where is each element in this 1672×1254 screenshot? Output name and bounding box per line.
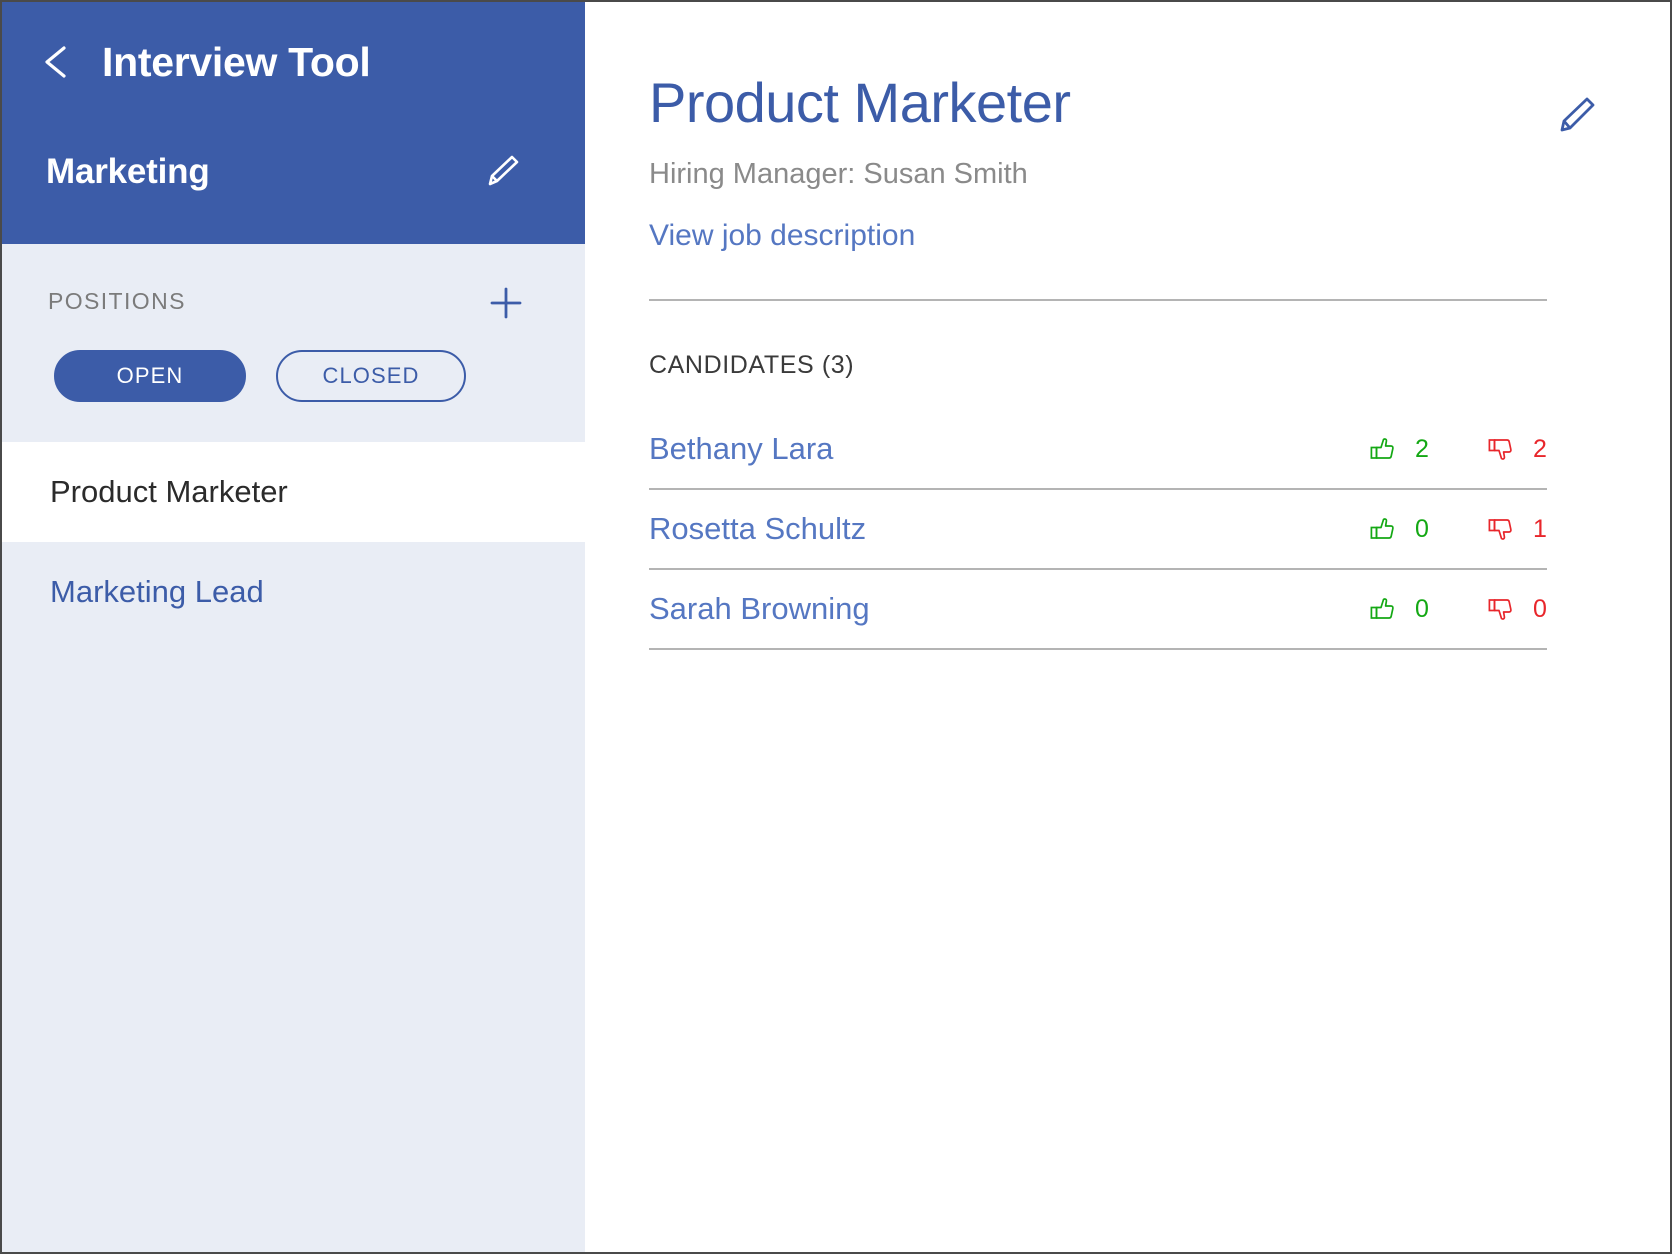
thumbs-up-group[interactable]: 0 xyxy=(1367,514,1429,544)
thumbs-up-count: 0 xyxy=(1415,594,1429,623)
thumbs-down-icon xyxy=(1485,514,1515,544)
view-job-description-link[interactable]: View job description xyxy=(649,219,915,253)
thumbs-up-count: 2 xyxy=(1415,434,1429,463)
pencil-icon[interactable] xyxy=(1552,92,1600,140)
thumbs-down-icon xyxy=(1485,594,1515,624)
vote-counts: 0 1 xyxy=(1367,514,1547,544)
table-row[interactable]: Sarah Browning 0 0 xyxy=(649,570,1547,650)
filter-closed-button[interactable]: CLOSED xyxy=(276,350,466,402)
candidate-name[interactable]: Rosetta Schultz xyxy=(649,511,866,547)
sidebar-title-row: Interview Tool xyxy=(2,2,585,122)
thumbs-up-count: 0 xyxy=(1415,514,1429,543)
table-row[interactable]: Bethany Lara 2 2 xyxy=(649,410,1547,490)
positions-label: POSITIONS xyxy=(48,287,186,314)
positions-header: POSITIONS xyxy=(2,244,585,322)
candidate-list: Bethany Lara 2 2 Rosetta Schultz 0 1 Sar… xyxy=(649,410,1547,650)
position-item-label: Product Marketer xyxy=(50,474,288,509)
thumbs-down-count: 1 xyxy=(1533,514,1547,543)
thumbs-down-group[interactable]: 2 xyxy=(1485,434,1547,464)
position-list: Product Marketer Marketing Lead xyxy=(2,442,585,1252)
sidebar-item-product-marketer[interactable]: Product Marketer xyxy=(2,442,585,542)
thumbs-down-icon xyxy=(1485,434,1515,464)
thumbs-up-icon xyxy=(1367,594,1397,624)
position-item-label: Marketing Lead xyxy=(50,574,264,609)
sidebar: Interview Tool Marketing POSITIONS OPEN … xyxy=(2,2,585,1252)
thumbs-up-icon xyxy=(1367,434,1397,464)
pencil-icon[interactable] xyxy=(479,149,525,195)
thumbs-up-icon xyxy=(1367,514,1397,544)
thumbs-down-group[interactable]: 0 xyxy=(1485,594,1547,624)
thumbs-down-count: 2 xyxy=(1533,434,1547,463)
positions-section: POSITIONS OPEN CLOSED xyxy=(2,244,585,442)
candidate-name[interactable]: Bethany Lara xyxy=(649,431,833,467)
candidates-header: CANDIDATES (3) xyxy=(649,351,855,379)
job-title-row: Product Marketer xyxy=(649,71,1600,140)
sidebar-header: Interview Tool Marketing xyxy=(2,2,585,244)
department-row: Marketing xyxy=(2,122,585,222)
candidate-name[interactable]: Sarah Browning xyxy=(649,591,870,627)
chevron-left-icon[interactable] xyxy=(36,40,80,84)
sidebar-empty-space xyxy=(2,642,585,1252)
vote-counts: 0 0 xyxy=(1367,594,1547,624)
thumbs-down-group[interactable]: 1 xyxy=(1485,514,1547,544)
thumbs-up-group[interactable]: 2 xyxy=(1367,434,1429,464)
filter-open-button[interactable]: OPEN xyxy=(54,350,246,402)
table-row[interactable]: Rosetta Schultz 0 1 xyxy=(649,490,1547,570)
app-window: Interview Tool Marketing POSITIONS OPEN … xyxy=(0,0,1672,1254)
hiring-manager: Hiring Manager: Susan Smith xyxy=(649,158,1028,190)
plus-icon[interactable] xyxy=(485,282,527,324)
sidebar-item-marketing-lead[interactable]: Marketing Lead xyxy=(2,542,585,642)
status-filter-group: OPEN CLOSED xyxy=(2,322,585,402)
thumbs-down-count: 0 xyxy=(1533,594,1547,623)
vote-counts: 2 2 xyxy=(1367,434,1547,464)
thumbs-up-group[interactable]: 0 xyxy=(1367,594,1429,624)
page-title: Product Marketer xyxy=(649,71,1071,134)
divider xyxy=(649,299,1547,301)
main-content: Product Marketer Hiring Manager: Susan S… xyxy=(585,2,1670,1252)
department-name: Marketing xyxy=(46,152,210,191)
app-title: Interview Tool xyxy=(102,38,371,85)
